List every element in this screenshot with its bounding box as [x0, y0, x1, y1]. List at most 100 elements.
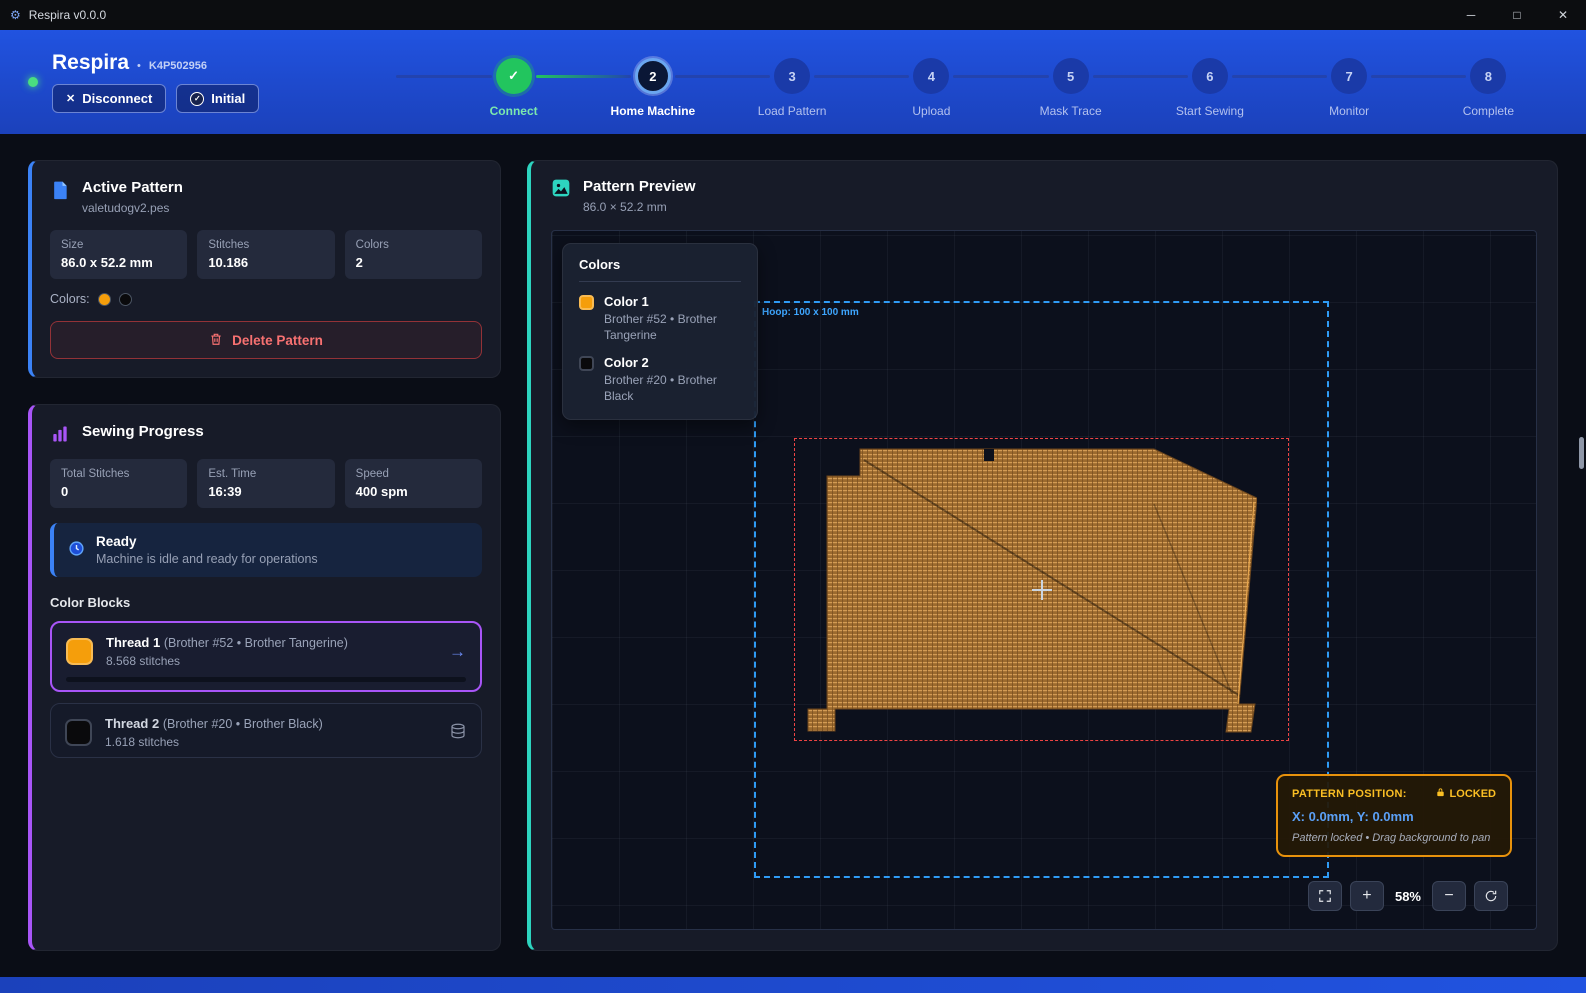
arrow-right-icon[interactable]: →: [449, 642, 466, 662]
minimize-button[interactable]: ─: [1448, 0, 1494, 30]
maximize-button[interactable]: □: [1494, 0, 1540, 30]
window-controls: ─ □ ✕: [1448, 0, 1586, 30]
pattern-coords: X: 0.0mm, Y: 0.0mm: [1292, 809, 1496, 824]
step-complete-circle: 8: [1470, 58, 1506, 94]
document-icon: [50, 180, 70, 200]
footer-accent-bar: [0, 977, 1586, 993]
close-button[interactable]: ✕: [1540, 0, 1586, 30]
colors-legend-panel: Colors Color 1 Brother #52 • Brother Tan…: [562, 243, 758, 420]
step-start-sewing-circle: 6: [1192, 58, 1228, 94]
active-pattern-title: Active Pattern: [82, 179, 183, 196]
trash-icon: [209, 332, 223, 349]
left-column: Active Pattern valetudogv2.pes Size 86.0…: [28, 160, 501, 951]
circled-check-icon: ✓: [190, 92, 204, 106]
disconnect-button[interactable]: ✕ Disconnect: [52, 84, 166, 113]
minus-icon: −: [1444, 887, 1453, 905]
serial-bullet: •: [137, 60, 141, 72]
color-blocks-title: Color Blocks: [50, 595, 482, 610]
window-titlebar: ⚙ Respira v0.0.0 ─ □ ✕: [0, 0, 1586, 30]
layers-icon: [449, 722, 467, 743]
initial-button[interactable]: ✓ Initial: [176, 84, 259, 113]
bar-chart-icon: [50, 424, 70, 444]
lock-icon: [1435, 787, 1446, 801]
step-upload-circle: 4: [913, 58, 949, 94]
step-load-pattern-circle: 3: [774, 58, 810, 94]
stat-est-time: Est. Time 16:39: [197, 459, 334, 508]
pattern-preview-size: 86.0 × 52.2 mm: [583, 200, 696, 214]
connection-status-dot: [28, 77, 38, 87]
color-dot-black: [119, 293, 132, 306]
step-home-machine[interactable]: 2 Home Machine: [583, 58, 722, 118]
active-pattern-card: Active Pattern valetudogv2.pes Size 86.0…: [28, 160, 501, 378]
thread-1-progress-track: [66, 677, 466, 682]
step-complete[interactable]: 8 Complete: [1419, 58, 1558, 118]
thread-1-card[interactable]: Thread 1 (Brother #52 • Brother Tangerin…: [50, 621, 482, 692]
color-dot-tangerine: [98, 293, 111, 306]
origin-crosshair: [1032, 580, 1052, 600]
clock-icon: [68, 540, 85, 560]
stat-size: Size 86.0 x 52.2 mm: [50, 230, 187, 279]
machine-status-box: Ready Machine is idle and ready for oper…: [50, 523, 482, 577]
app-name: Respira: [52, 51, 129, 75]
titlebar-left: ⚙ Respira v0.0.0: [10, 8, 106, 22]
app-header: Respira • K4P502956 ✕ Disconnect ✓ Initi…: [0, 30, 1586, 134]
scrollbar-thumb[interactable]: [1579, 437, 1584, 469]
pattern-colors-row: Colors:: [50, 292, 482, 306]
zoom-controls: + 58% −: [1308, 881, 1508, 911]
step-upload[interactable]: 4 Upload: [862, 58, 1001, 118]
step-connect[interactable]: ✓ Connect: [444, 58, 583, 118]
fit-view-button[interactable]: [1308, 881, 1342, 911]
preview-canvas[interactable]: Hoop: 100 x 100 mm: [551, 230, 1537, 930]
sewing-progress-card: Sewing Progress Total Stitches 0 Est. Ti…: [28, 404, 501, 951]
refresh-icon: [1484, 889, 1498, 903]
thread-2-card[interactable]: Thread 2 (Brother #20 • Brother Black) 1…: [50, 703, 482, 758]
plus-icon: +: [1362, 887, 1371, 905]
hoop-label: Hoop: 100 x 100 mm: [762, 307, 859, 318]
zoom-in-button[interactable]: +: [1350, 881, 1384, 911]
pattern-preview-card: Pattern Preview 86.0 × 52.2 mm Hoop: 100…: [527, 160, 1558, 951]
image-icon: [551, 178, 571, 201]
step-mask-trace[interactable]: 5 Mask Trace: [1001, 58, 1140, 118]
workflow-stepper: ✓ Connect 2 Home Machine 3 Load Pattern …: [398, 46, 1558, 118]
step-load-pattern[interactable]: 3 Load Pattern: [723, 58, 862, 118]
stat-stitches: Stitches 10.186: [197, 230, 334, 279]
pattern-position-overlay: PATTERN POSITION: LOCKED X: 0.0mm, Y: 0.…: [1276, 774, 1512, 857]
stat-colors: Colors 2: [345, 230, 482, 279]
thread-2-swatch: [65, 719, 92, 746]
legend-color-2: Color 2 Brother #20 • Brother Black: [579, 355, 741, 404]
status-title: Ready: [96, 534, 318, 549]
zoom-out-button[interactable]: −: [1432, 881, 1466, 911]
brand-block: Respira • K4P502956 ✕ Disconnect ✓ Initi…: [28, 51, 368, 113]
step-connect-circle: ✓: [496, 58, 532, 94]
reset-view-button[interactable]: [1474, 881, 1508, 911]
stat-speed: Speed 400 spm: [345, 459, 482, 508]
legend-swatch-tangerine: [579, 295, 594, 310]
pattern-filename: valetudogv2.pes: [82, 201, 183, 215]
pattern-preview-title: Pattern Preview: [583, 178, 696, 195]
main-content: Active Pattern valetudogv2.pes Size 86.0…: [0, 134, 1586, 977]
step-monitor[interactable]: 7 Monitor: [1280, 58, 1419, 118]
step-start-sewing[interactable]: 6 Start Sewing: [1140, 58, 1279, 118]
delete-pattern-button[interactable]: Delete Pattern: [50, 321, 482, 359]
check-icon: ✓: [508, 68, 519, 84]
disconnect-x-icon: ✕: [66, 92, 75, 105]
status-text: Machine is idle and ready for operations: [96, 552, 318, 566]
pattern-position-hint: Pattern locked • Drag background to pan: [1292, 832, 1496, 844]
locked-badge[interactable]: LOCKED: [1435, 787, 1496, 801]
stat-total-stitches: Total Stitches 0: [50, 459, 187, 508]
machine-serial: K4P502956: [149, 60, 207, 72]
thread-1-swatch: [66, 638, 93, 665]
fit-view-icon: [1318, 889, 1332, 903]
step-mask-trace-circle: 5: [1053, 58, 1089, 94]
right-column: Pattern Preview 86.0 × 52.2 mm Hoop: 100…: [527, 160, 1558, 951]
window-title: Respira v0.0.0: [29, 8, 106, 22]
zoom-level: 58%: [1395, 889, 1421, 904]
legend-swatch-black: [579, 356, 594, 371]
step-monitor-circle: 7: [1331, 58, 1367, 94]
sewing-progress-title: Sewing Progress: [82, 423, 204, 440]
legend-color-1: Color 1 Brother #52 • Brother Tangerine: [579, 294, 741, 343]
step-home-machine-circle: 2: [635, 58, 671, 94]
pattern-position-title: PATTERN POSITION:: [1292, 788, 1407, 800]
pattern-stitch-render[interactable]: [802, 446, 1257, 733]
app-icon: ⚙: [10, 8, 21, 22]
